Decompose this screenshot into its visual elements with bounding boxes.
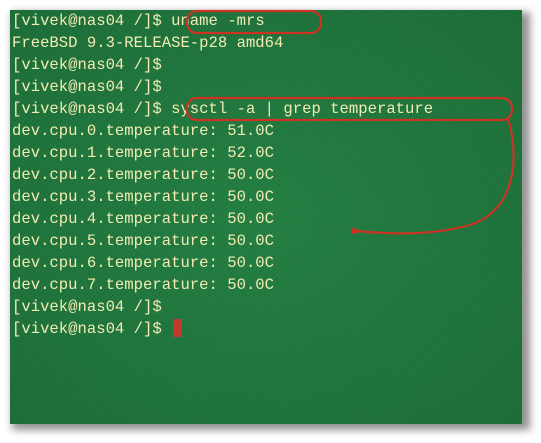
- terminal-line: dev.cpu.2.temperature: 50.0C: [12, 164, 433, 186]
- prompt: [vivek@nas04 /]$: [12, 12, 162, 30]
- output-text: dev.cpu.1.temperature: 52.0C: [12, 144, 275, 162]
- terminal-output: [vivek@nas04 /]$ uname -mrs FreeBSD 9.3-…: [12, 10, 433, 340]
- terminal-line: dev.cpu.7.temperature: 50.0C: [12, 274, 433, 296]
- output-text: dev.cpu.2.temperature: 50.0C: [12, 166, 275, 184]
- terminal-line: dev.cpu.1.temperature: 52.0C: [12, 142, 433, 164]
- prompt: [vivek@nas04 /]$: [12, 298, 162, 316]
- prompt: [vivek@nas04 /]$: [12, 78, 162, 96]
- output-text: dev.cpu.0.temperature: 51.0C: [12, 122, 275, 140]
- prompt: [vivek@nas04 /]$: [12, 100, 162, 118]
- command-text: uname -mrs: [171, 12, 265, 30]
- output-text: dev.cpu.7.temperature: 50.0C: [12, 276, 275, 294]
- terminal-line: dev.cpu.3.temperature: 50.0C: [12, 186, 433, 208]
- output-text: FreeBSD 9.3-RELEASE-p28 amd64: [12, 34, 284, 52]
- terminal-line: [vivek@nas04 /]$ uname -mrs: [12, 10, 433, 32]
- terminal-line: [vivek@nas04 /]$ sysctl -a | grep temper…: [12, 98, 433, 120]
- output-text: dev.cpu.3.temperature: 50.0C: [12, 188, 275, 206]
- output-text: dev.cpu.4.temperature: 50.0C: [12, 210, 275, 228]
- terminal-line: dev.cpu.0.temperature: 51.0C: [12, 120, 433, 142]
- prompt: [vivek@nas04 /]$: [12, 320, 162, 338]
- terminal-line: [vivek@nas04 /]$: [12, 54, 433, 76]
- terminal-window[interactable]: [vivek@nas04 /]$ uname -mrs FreeBSD 9.3-…: [10, 10, 522, 424]
- output-text: dev.cpu.6.temperature: 50.0C: [12, 254, 275, 272]
- terminal-line: [vivek@nas04 /]$: [12, 296, 433, 318]
- terminal-line: FreeBSD 9.3-RELEASE-p28 amd64: [12, 32, 433, 54]
- prompt: [vivek@nas04 /]$: [12, 56, 162, 74]
- output-text: dev.cpu.5.temperature: 50.0C: [12, 232, 275, 250]
- terminal-line: dev.cpu.5.temperature: 50.0C: [12, 230, 433, 252]
- command-text: sysctl -a | grep temperature: [171, 100, 434, 118]
- terminal-line: [vivek@nas04 /]$: [12, 76, 433, 98]
- terminal-line: [vivek@nas04 /]$: [12, 318, 433, 340]
- screenshot-frame: [vivek@nas04 /]$ uname -mrs FreeBSD 9.3-…: [0, 0, 541, 443]
- terminal-line: dev.cpu.4.temperature: 50.0C: [12, 208, 433, 230]
- terminal-line: dev.cpu.6.temperature: 50.0C: [12, 252, 433, 274]
- text-cursor: [173, 319, 183, 337]
